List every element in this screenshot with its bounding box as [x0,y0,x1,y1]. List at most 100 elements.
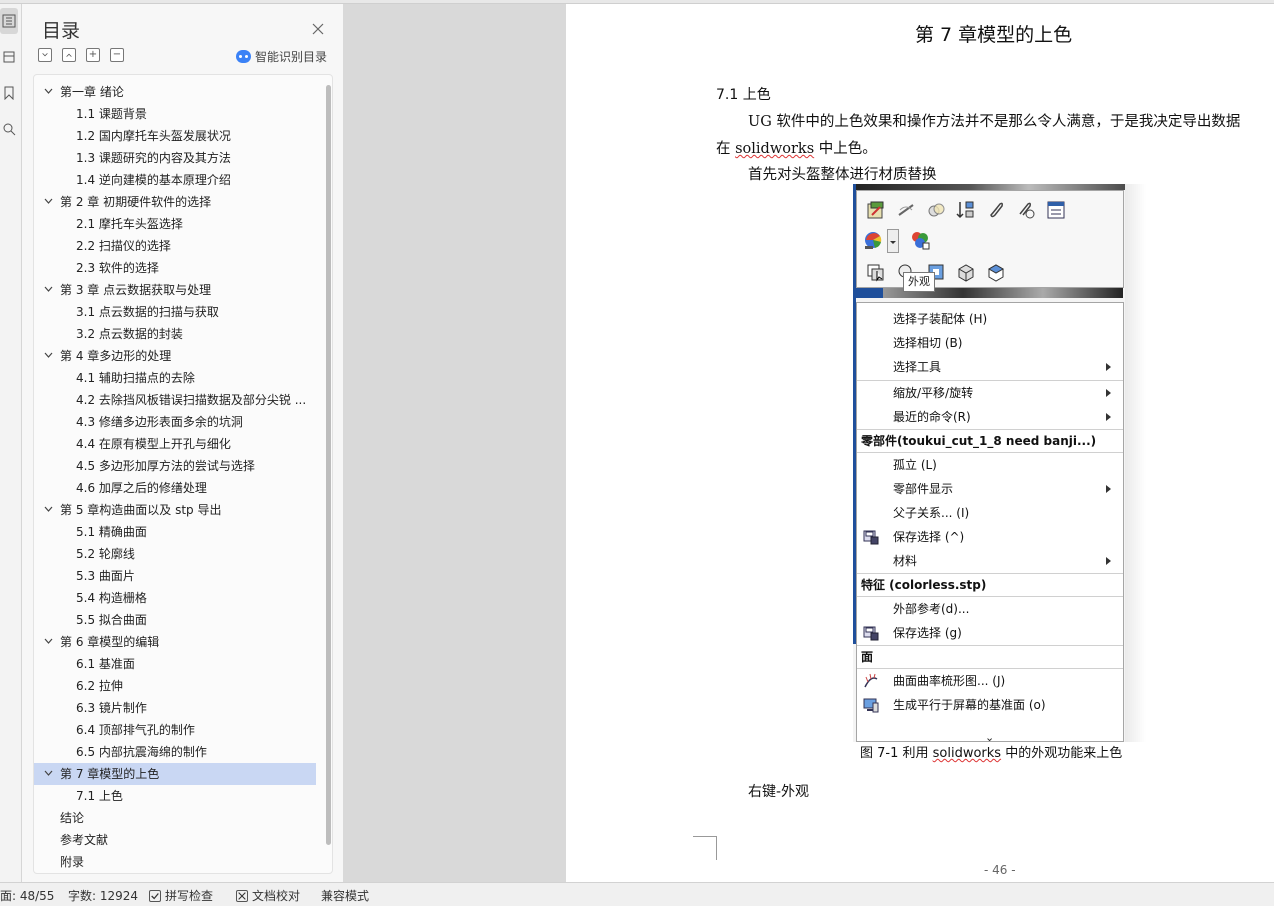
toc-item-label: 5.1 精确曲面 [76,525,147,539]
toc-item[interactable]: 参考文献 [34,829,316,851]
toc-item[interactable]: 4.5 多边形加厚方法的尝试与选择 [34,455,316,477]
chevron-down-icon[interactable] [44,638,53,645]
pages-icon[interactable] [0,44,18,70]
toc-item[interactable]: 6.4 顶部排气孔的制作 [34,719,316,741]
toc-panel: 目录 + − 智能识别目录 第一章 绪论 1.1 课题背景 1.2 国内摩托车头盔发… [22,4,343,882]
add-entry-icon[interactable]: + [86,48,100,62]
menu-item[interactable]: 选择工具 [857,355,1123,379]
chevron-down-icon[interactable] [44,286,53,293]
remove-entry-icon[interactable]: − [110,48,124,62]
toc-item-label: 3.1 点云数据的扫描与获取 [76,305,219,319]
toc-toggle-icon[interactable] [0,8,18,34]
toc-item[interactable]: 6.1 基准面 [34,653,316,675]
toc-item[interactable]: 1.3 课题研究的内容及其方法 [34,147,316,169]
toc-scrollbar[interactable] [326,85,331,845]
menu-item[interactable]: 选择子装配体 (H) [857,307,1123,331]
spellcheck-word[interactable]: solidworks [933,746,1001,761]
menu-item[interactable]: 生成平行于屏幕的基准面 (o) [857,693,1123,717]
doc-proof-button[interactable]: 文档校对 [236,887,300,904]
submenu-arrow-icon [1106,413,1111,421]
toc-item[interactable]: 第一章 绪论 [34,81,316,103]
menu-item[interactable]: 材料 [857,549,1123,573]
appearance-icon[interactable] [863,229,885,251]
menu-item[interactable]: 零部件显示 [857,477,1123,501]
toc-item[interactable]: 第 6 章模型的编辑 [34,631,316,653]
menu-more-chevron-icon[interactable]: ⌄ [985,731,994,742]
toc-item[interactable]: 附录 [34,851,316,873]
close-icon[interactable] [311,21,325,35]
compat-mode[interactable]: 兼容模式 [321,887,369,904]
chevron-down-icon[interactable] [44,88,53,95]
paragraph-3: 右键-外观 [748,784,810,800]
attach-icon [990,202,1003,218]
toc-item[interactable]: 第 7 章模型的上色 [34,763,316,785]
toc-item[interactable]: 2.2 扫描仪的选择 [34,235,316,257]
toc-item[interactable]: 5.1 精确曲面 [34,521,316,543]
toc-item[interactable]: 2.1 摩托车头盔选择 [34,213,316,235]
spellcheck-word[interactable]: solidworks [735,141,814,157]
ai-robot-icon [236,50,251,63]
page-number: - 46 - [984,863,1016,877]
menu-item[interactable]: 保存选择 (g) [857,621,1123,645]
toc-item[interactable]: 4.6 加厚之后的修缮处理 [34,477,316,499]
toc-item[interactable]: 4.2 去除挡风板错误扫描数据及部分尖锐 ... [34,389,316,411]
toc-item[interactable]: 5.5 拟合曲面 [34,609,316,631]
toc-item[interactable]: 5.3 曲面片 [34,565,316,587]
menu-item[interactable]: 最近的命令(R) [857,405,1123,429]
toc-item-label: 6.2 拉伸 [76,679,123,693]
spell-check-button[interactable]: 拼写检查 [149,887,213,904]
section-title: 7.1 上色 [716,87,771,103]
chevron-down-icon[interactable] [44,352,53,359]
appearance-edit-icon[interactable] [909,229,931,251]
word-count[interactable]: 字数: 12924 [68,887,138,904]
menu-item[interactable]: 外部参考(d)... [857,597,1123,621]
context-icon-toolbar: 外观 [856,190,1124,292]
toc-item[interactable]: 1.2 国内摩托车头盔发展状况 [34,125,316,147]
chevron-down-icon[interactable] [44,770,53,777]
paragraph-2: 首先对头盔整体进行材质替换 [748,167,937,183]
toc-item-label: 4.6 加厚之后的修缮处理 [76,481,207,495]
edit-part-icon [867,201,884,219]
bookmark-icon[interactable] [0,80,18,106]
toc-item[interactable]: 4.4 在原有模型上开孔与细化 [34,433,316,455]
toc-item[interactable]: 第 2 章 初期硬件软件的选择 [34,191,316,213]
expand-all-icon[interactable] [62,48,76,62]
menu-item[interactable]: 孤立 (L) [857,453,1123,477]
toc-item[interactable]: 4.3 修缮多边形表面多余的坑洞 [34,411,316,433]
toc-item[interactable]: 第 3 章 点云数据获取与处理 [34,279,316,301]
toc-item[interactable]: 5.2 轮廓线 [34,543,316,565]
menu-section-header: 面 [861,650,874,664]
page-corner-mark [693,836,717,860]
toc-item[interactable]: 第 5 章构造曲面以及 stp 导出 [34,499,316,521]
search-icon[interactable] [0,116,18,142]
menu-item-label: 外部参考(d)... [893,602,970,616]
toc-item-label: 2.3 软件的选择 [76,261,159,275]
toc-item[interactable]: 结论 [34,807,316,829]
toc-item[interactable]: 4.1 辅助扫描点的去除 [34,367,316,389]
collapse-all-icon[interactable] [38,48,52,62]
toc-item[interactable]: 7.1 上色 [34,785,316,807]
chevron-down-icon[interactable] [44,198,53,205]
chevron-down-icon[interactable] [44,506,53,513]
toc-item[interactable]: 6.2 拉伸 [34,675,316,697]
toc-item[interactable]: 2.3 软件的选择 [34,257,316,279]
toc-item[interactable]: 3.2 点云数据的封装 [34,323,316,345]
toc-item[interactable]: 3.1 点云数据的扫描与获取 [34,301,316,323]
menu-item[interactable]: 选择相切 (B) [857,331,1123,355]
smart-toc-button[interactable]: 智能识别目录 [236,48,327,65]
doc-proof-label: 文档校对 [252,889,301,903]
toc-item[interactable]: 6.5 内部抗震海绵的制作 [34,741,316,763]
page-indicator[interactable]: 面: 48/55 [0,887,54,904]
appearance-dropdown-button[interactable] [887,229,899,253]
menu-item[interactable]: 保存选择 (^) [857,525,1123,549]
toc-item[interactable]: 5.4 构造栅格 [34,587,316,609]
toc-item[interactable]: 1.4 逆向建模的基本原理介绍 [34,169,316,191]
toc-item[interactable]: 第 4 章多边形的处理 [34,345,316,367]
properties-table-icon [1047,201,1065,219]
menu-item[interactable]: 缩放/平移/旋转 [857,381,1123,405]
toc-item[interactable]: 1.1 课题背景 [34,103,316,125]
toc-item[interactable]: 6.3 镜片制作 [34,697,316,719]
menu-item[interactable]: 父子关系... (I) [857,501,1123,525]
menu-item[interactable]: 曲面曲率梳形图... (J) [857,669,1123,693]
toc-item-label: 第 2 章 初期硬件软件的选择 [60,195,212,209]
